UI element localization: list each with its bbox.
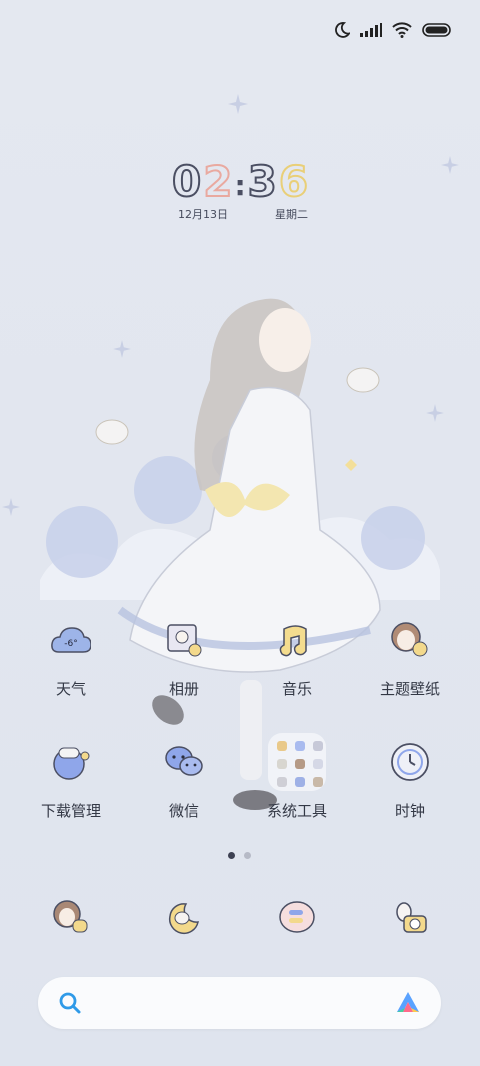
contacts-icon: [168, 903, 199, 934]
app-downloads[interactable]: 下载管理: [16, 740, 126, 821]
dock-phone[interactable]: [49, 896, 93, 940]
phone-icon: [53, 900, 88, 933]
clock-icon: [388, 740, 432, 784]
app-label: 主题壁纸: [379, 680, 440, 698]
weather-temp: -6°: [64, 639, 77, 649]
status-bar: [0, 0, 480, 60]
messages-icon: [279, 901, 315, 933]
mini-app-icon: [295, 777, 305, 787]
app-wechat[interactable]: 微信: [129, 740, 239, 821]
app-clock[interactable]: 时钟: [355, 740, 465, 821]
app-label: 相册: [168, 680, 199, 698]
camera-icon: [396, 902, 427, 933]
app-label: 音乐: [281, 680, 312, 698]
folder-icon: [268, 733, 326, 791]
dock-contacts[interactable]: [162, 896, 206, 940]
time-digit: 6: [278, 157, 309, 206]
sparkle-icon: [426, 404, 444, 422]
app-music[interactable]: 音乐: [242, 618, 352, 699]
app-label: 天气: [55, 680, 86, 698]
mini-app-icon: [295, 741, 305, 751]
dock-camera[interactable]: [388, 896, 432, 940]
battery-icon: [422, 23, 451, 37]
sparkle-icon: [113, 340, 131, 358]
weather-icon: -6°: [49, 618, 93, 662]
assistant-icon[interactable]: [395, 990, 421, 1016]
moon-icon: [335, 22, 350, 38]
app-themes[interactable]: 主题壁纸: [355, 618, 465, 699]
themes-icon: [388, 618, 432, 662]
sparkle-icon: [228, 94, 248, 114]
weekday-text: 星期二: [275, 208, 308, 221]
app-label: 下载管理: [40, 802, 101, 820]
app-label: 系统工具: [266, 802, 327, 820]
clock-widget[interactable]: 0 2 : 3 6 12月13日 星期二: [171, 157, 312, 230]
music-icon: [275, 618, 319, 662]
sparkle-icon: [441, 156, 459, 174]
mini-app-icon: [313, 777, 323, 787]
date-text: 12月13日: [178, 208, 228, 221]
dock-messages[interactable]: [275, 896, 319, 940]
wechat-icon: [162, 740, 206, 784]
time-digit: 0: [171, 157, 202, 206]
sparkle-icon: [2, 498, 20, 516]
mini-app-icon: [313, 759, 323, 769]
time-separator: :: [234, 169, 246, 202]
mini-app-icon: [277, 759, 287, 769]
app-system-tools-folder[interactable]: 系统工具: [242, 733, 352, 821]
mini-app-icon: [295, 759, 305, 769]
wifi-icon: [392, 22, 412, 38]
page-dot-active[interactable]: [228, 852, 235, 859]
time-display: 0 2 : 3 6: [171, 157, 312, 206]
search-bar[interactable]: [38, 977, 441, 1029]
time-digit: 3: [247, 157, 278, 206]
status-icons: [334, 22, 452, 38]
app-label: 时钟: [394, 802, 425, 820]
app-gallery[interactable]: 相册: [129, 618, 239, 699]
date-row: 12月13日 星期二: [178, 206, 308, 222]
dock: [0, 896, 480, 940]
mini-app-icon: [313, 741, 323, 751]
mini-app-icon: [277, 777, 287, 787]
downloads-icon: [49, 740, 93, 784]
search-icon[interactable]: [58, 991, 82, 1015]
time-digit: 2: [202, 157, 233, 206]
gallery-icon: [162, 618, 206, 662]
page-indicator[interactable]: [228, 852, 251, 859]
signal-icon: [360, 23, 382, 37]
page-dot[interactable]: [244, 852, 251, 859]
app-label: 微信: [168, 802, 199, 820]
app-weather[interactable]: -6° 天气: [16, 618, 126, 699]
mini-app-icon: [277, 741, 287, 751]
